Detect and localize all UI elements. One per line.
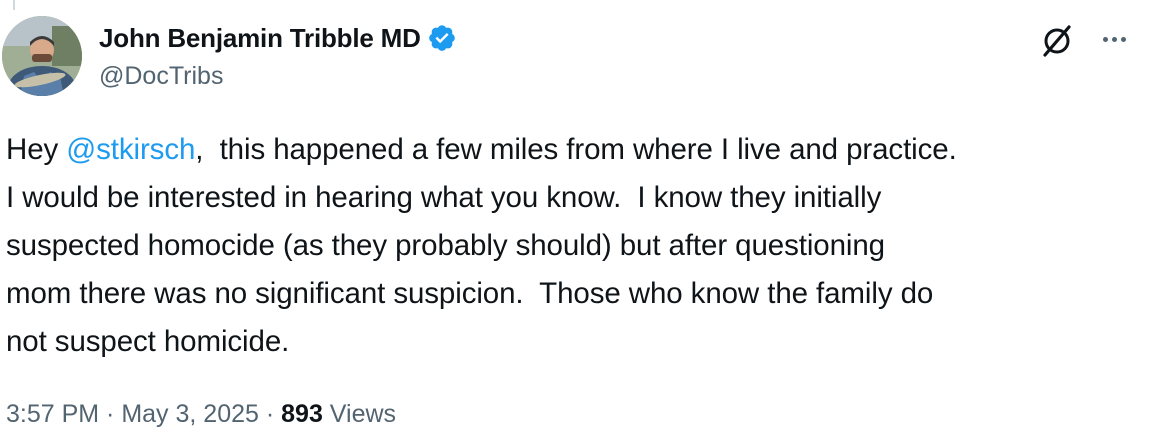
verified-badge-icon[interactable] [427,23,457,53]
mention-link[interactable]: @stkirsch [66,133,195,166]
avatar-image [2,16,82,96]
views-count[interactable]: 893 [281,400,323,428]
tweet-time[interactable]: 3:57 PM [6,400,99,428]
tweet-header: John Benjamin Tribble MD @DocTribs [0,0,1150,100]
dot-icon [1120,36,1126,42]
tweet-line-4: mom there was no significant suspicion. … [6,277,934,310]
dot-icon [1102,36,1108,42]
more-options-icon[interactable] [1096,24,1132,54]
tweet-line-1: Hey @stkirsch, this happened a few miles… [6,126,1141,174]
author-name-row: John Benjamin Tribble MD [99,20,457,56]
avatar[interactable] [2,16,82,96]
dot-icon [1111,36,1117,42]
tweet-line-2: I would be interested in hearing what yo… [6,181,882,214]
author-handle[interactable]: @DocTribs [99,62,457,91]
author-display-name[interactable]: John Benjamin Tribble MD [99,23,421,54]
grok-icon[interactable] [1040,24,1074,58]
views-label[interactable]: Views [323,400,396,428]
tweet-meta: 3:57 PM · May 3, 2025 · 893 Views [6,400,396,429]
author-block: John Benjamin Tribble MD @DocTribs [99,20,457,91]
tweet-line-1-suffix: , this happened a few miles from where I… [195,133,957,166]
meta-separator: · [258,400,282,428]
tweet-line-1-prefix: Hey [6,133,67,166]
tweet-body: Hey @stkirsch, this happened a few miles… [6,126,1141,366]
meta-separator: · [99,400,122,428]
tweet-line-5: not suspect homicide. [6,325,290,358]
tweet-line-3: suspected homocide (as they probably sho… [6,229,885,262]
tweet-date[interactable]: May 3, 2025 [121,400,259,428]
